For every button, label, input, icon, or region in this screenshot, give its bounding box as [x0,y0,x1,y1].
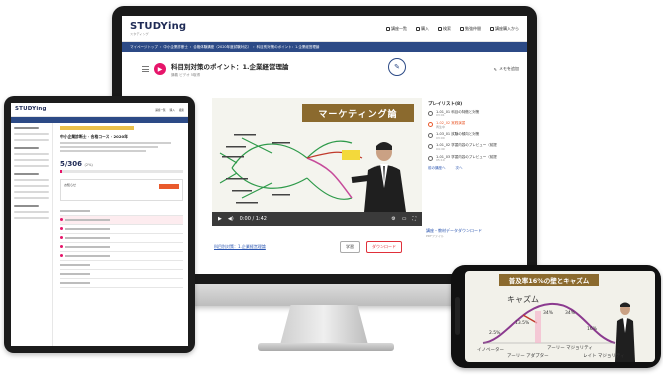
pct-label: 2.5% [489,331,501,336]
play-circle-icon [428,133,433,139]
nav-account[interactable]: 講座購入から [490,26,519,32]
list-item[interactable] [60,252,183,261]
lesson-title-row: ▶ 科目別対策のポイント：1.企業経営理論 講義 ビデオ 5取得 ✎ メモを追加 [122,52,527,86]
list-item[interactable] [60,270,183,279]
video-player[interactable]: マーケティング論 ▶ ◀) 0:00 / 1:42 ⚙ ▭ ⛶ [212,98,422,226]
nav-purchase[interactable]: 購入 [170,108,175,112]
playlist-panel: プレイリスト(8) 1-01_01 科目の特徴と対策 03:01 1-02_02 … [424,98,504,228]
nav-courses[interactable]: 講座一覧 [155,108,165,112]
progress-count: 5/306 (2%) [60,159,93,168]
play-button-icon[interactable]: ▶ [218,216,222,222]
logo-text: STUDYing [130,20,187,32]
notice-box: お知らせ [60,178,183,201]
list-item[interactable] [60,215,183,225]
iphone-device: 普及率16%の壁とキャズム キャズム 2.5% 13.5% 34% 34% 16… [451,265,661,368]
segment-label: レイト マジョリティ [583,354,625,359]
pct-label: 13.5% [515,321,530,326]
related-lesson-link[interactable]: 科目別対策：1.企業経営理論 [214,244,266,250]
play-circle-icon [428,111,433,116]
ipad-device: STUDYing 講座一覧 購入 検索 中小企業診断士 · 合格コース · 20… [4,96,195,353]
prev-lesson-link[interactable]: 前の講座へ [428,166,446,170]
settings-icon[interactable]: ⚙ [391,216,395,222]
cart-icon [416,26,420,31]
nav-purchase[interactable]: 購入 [416,26,429,32]
study-button[interactable]: 学習 [340,241,360,253]
people-icon [460,26,464,31]
imac-stand-base [258,343,394,351]
add-memo-button[interactable]: ✎ メモを追加 [494,66,519,72]
breadcrumb-item[interactable]: 合格体験講座（2020年度試験対応） [193,45,251,50]
studying-logo[interactable]: STUDYing [15,106,47,113]
grid-icon [386,26,390,31]
play-circle-icon [428,122,433,128]
list-item[interactable] [60,279,183,288]
list-item[interactable] [60,225,183,234]
playlist-item[interactable]: 1-01_01 科目の特徴と対策 03:01 [428,110,500,118]
nav-courses[interactable]: 講座一覧 [386,26,407,32]
product-showcase: STUDYing スタディング 講座一覧 購入 検索 勉強仲間 講座購入から マ… [0,0,663,377]
header-nav: 講座一覧 購入 検索 勉強仲間 講座購入から [386,26,519,32]
list-item[interactable] [60,261,183,270]
segment-label: アーリー マジョリティ [547,346,593,351]
memo-icon: ✎ [493,66,497,72]
progress-bar [60,169,183,173]
lesson-actions: 学習 ダウンロード [340,241,402,253]
breadcrumb-item[interactable]: マイページトップ [130,45,158,50]
study-memo-round-button[interactable]: ✎ [388,58,406,76]
segment-label: アーリー アダプター [507,354,549,359]
nav-search[interactable]: 検索 [438,26,451,32]
video-controls: ▶ ◀) 0:00 / 1:42 ⚙ ▭ ⛶ [212,212,422,226]
video-time: 0:00 / 1:42 [239,216,267,222]
volume-icon[interactable]: ◀) [228,216,234,222]
breadcrumb-item[interactable]: 中小企業診断士 [163,45,188,50]
imac-stand [280,305,368,345]
play-circle-icon [428,155,433,161]
video-topic-banner: マーケティング論 [302,104,414,122]
iphone-screen: 普及率16%の壁とキャズム キャズム 2.5% 13.5% 34% 34% 16… [465,271,655,362]
ipad-sidebar [11,123,53,346]
pct-label: 34% [565,311,576,316]
playlist-item[interactable]: 1-03_01 試験の傾向と対策 03:00 [428,132,500,140]
download-section[interactable]: 講座・教材データダウンロード PDFファイル [426,228,482,238]
playlist-item[interactable]: 1-01_03 学習内容のプレビュー（前提 05:10 [428,155,500,163]
logo-subtext: スタディング [130,31,149,36]
ipad-screen: STUDYing 講座一覧 購入 検索 中小企業診断士 · 合格コース · 20… [11,103,188,346]
ipad-nav: 講座一覧 購入 検索 [155,108,184,112]
nav-friends[interactable]: 勉強仲間 [460,26,481,32]
menu-icon[interactable] [142,66,149,72]
breadcrumb-item: 科目別対策のポイント：1.企業経営理論 [256,44,320,49]
site-header: STUDYing スタディング 講座一覧 購入 検索 勉強仲間 講座購入から [122,16,527,42]
pct-label: 16% [587,327,598,332]
lesson-title: 科目別対策のポイント：1.企業経営理論 [171,62,289,71]
breadcrumb: マイページトップ › 中小企業診断士 › 合格体験講座（2020年度試験対応） › 科… [122,42,527,52]
play-circle-icon [428,144,433,150]
fullscreen-icon[interactable]: ⛶ [412,216,416,222]
iphone-notch [455,297,460,335]
ipad-main: 中小企業診断士 · 合格コース · 2020年 5/306 (2%) お知らせ [57,123,186,346]
notice-action-button[interactable] [159,183,179,189]
pct-label: 34% [543,311,554,316]
pip-icon[interactable]: ▭ [402,216,407,222]
list-item[interactable] [60,243,183,252]
playlist-header: プレイリスト(8) [428,102,463,107]
segment-label: イノベーター [477,348,504,353]
notice-label: お知らせ [64,182,76,187]
lesson-subtitle: 講義 ビデオ 5取得 [171,72,200,77]
user-icon [490,26,494,31]
download-title: 講座・教材データダウンロード [426,228,482,233]
playlist-item[interactable]: 1-01_02 学習内容のプレビュー（前提 04:49 [428,143,500,151]
nav-search[interactable]: 検索 [179,108,184,112]
search-icon [438,26,442,31]
next-lesson-link[interactable]: 次へ [456,166,463,170]
download-sub: PDFファイル [426,234,444,238]
course-title: 中小企業診断士 · 合格コース · 2020年 [60,134,128,139]
pencil-icon: ✎ [394,63,400,71]
list-item[interactable] [60,234,183,243]
studying-logo[interactable]: STUDYing スタディング [130,20,187,36]
download-button[interactable]: ダウンロード [366,241,402,253]
ipad-header: STUDYing 講座一覧 購入 検索 [11,103,188,117]
play-icon: ▶ [154,63,166,75]
playlist-item-active[interactable]: 1-02_02 実践演習 再生中 [428,121,500,129]
